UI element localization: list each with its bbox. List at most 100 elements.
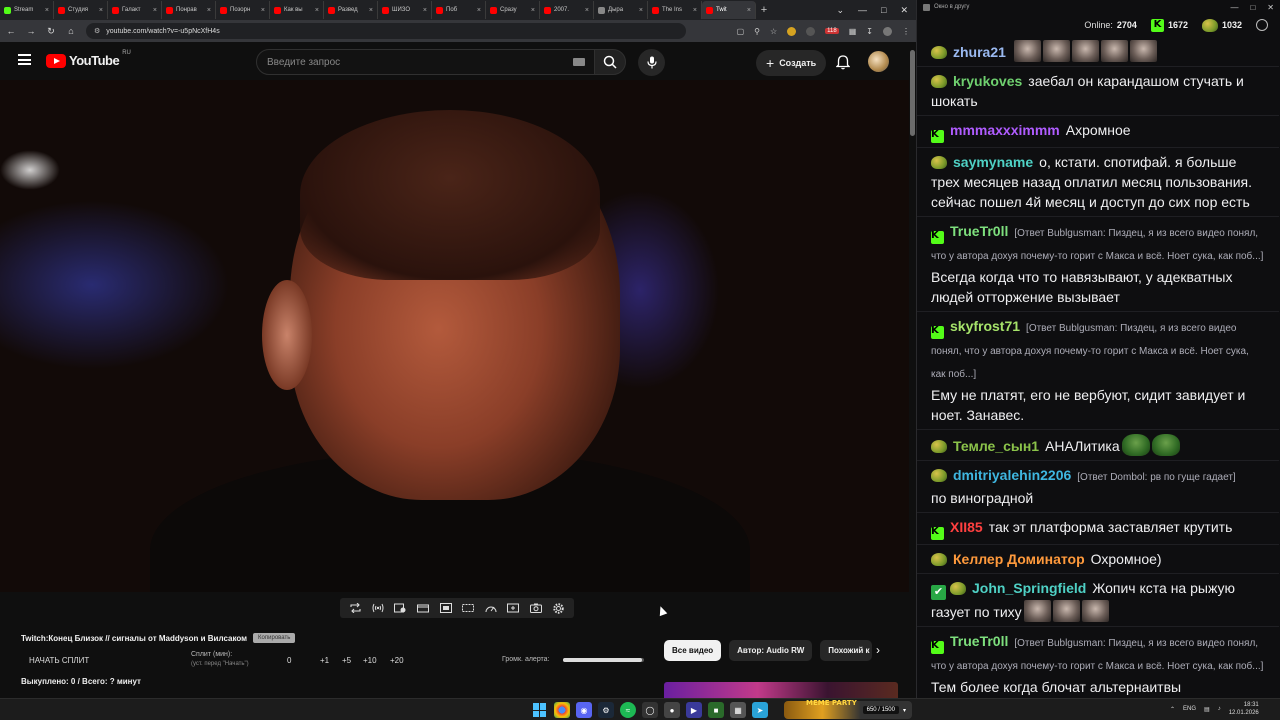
discord-icon[interactable]: ◉ xyxy=(576,702,592,718)
extension-badge[interactable]: 118 xyxy=(825,28,839,34)
close-icon[interactable]: ✕ xyxy=(1267,3,1274,12)
add-1-button[interactable]: +1 xyxy=(320,656,329,665)
media-player-icon[interactable]: ▶ xyxy=(686,702,702,718)
cinema-mode-icon[interactable] xyxy=(417,602,430,614)
windows-start-icon[interactable] xyxy=(532,702,548,718)
add-clip-icon[interactable] xyxy=(507,602,520,614)
chat-username[interactable]: TrueTr0ll xyxy=(950,223,1008,239)
tab-search-icon[interactable]: ⌄ xyxy=(836,5,844,16)
network-icon[interactable]: ▤ xyxy=(1204,706,1210,713)
clock[interactable]: 18:31 12.01.2026 xyxy=(1229,701,1259,717)
profile-icon[interactable] xyxy=(883,26,892,36)
telegram-icon[interactable]: ➤ xyxy=(752,702,768,718)
menu-kebab-icon[interactable]: ⋮ xyxy=(902,27,910,36)
speed-icon[interactable] xyxy=(484,602,497,614)
browser-tab[interactable]: ШИЗО × xyxy=(378,1,432,19)
chat-username[interactable]: Темле_сын1 xyxy=(953,438,1039,454)
browser-tab[interactable]: Поб × xyxy=(432,1,486,19)
browser-tab[interactable]: Дыра × xyxy=(594,1,648,19)
video-player[interactable] xyxy=(0,80,910,592)
browser-tab[interactable]: Студия × xyxy=(54,1,108,19)
page-scrollbar[interactable] xyxy=(909,42,916,698)
chat-username[interactable]: skyfrost71 xyxy=(950,318,1020,334)
chip-author[interactable]: Автор: Audio RW xyxy=(729,640,813,661)
search-button[interactable] xyxy=(594,49,626,75)
expand-player-icon[interactable] xyxy=(462,602,475,614)
chevron-right-icon[interactable]: › xyxy=(876,643,880,657)
chat-username[interactable]: zhura21 xyxy=(953,44,1006,60)
spotify-icon[interactable]: ≈ xyxy=(620,702,636,718)
account-avatar[interactable] xyxy=(868,51,889,72)
site-info-icon[interactable]: ⚙ xyxy=(94,27,100,35)
browser-tab[interactable]: 2007. × xyxy=(540,1,594,19)
app-icon[interactable]: ▦ xyxy=(730,702,746,718)
extension-icon[interactable] xyxy=(787,26,797,36)
fit-screen-icon[interactable] xyxy=(439,602,452,614)
tab-close-icon[interactable]: × xyxy=(45,7,49,14)
close-icon[interactable]: ✕ xyxy=(900,5,908,16)
extensions-puzzle-icon[interactable]: ▦ xyxy=(849,27,857,36)
recommended-video-thumbnail[interactable] xyxy=(664,682,898,698)
browser-tab[interactable]: Развед × xyxy=(324,1,378,19)
voice-search-button[interactable] xyxy=(638,49,665,76)
browser-tab[interactable]: Twit × xyxy=(702,1,756,19)
tab-close-icon[interactable]: × xyxy=(99,7,103,14)
chat-username[interactable]: John_Springfield xyxy=(972,580,1086,596)
chat-username[interactable]: dmitriyalehin2206 xyxy=(953,467,1071,483)
meme-party-widget[interactable]: MEME PARTY 650 / 1500 ▾ xyxy=(784,699,912,719)
tray-expand-icon[interactable]: ⌃ xyxy=(1170,706,1175,713)
tab-close-icon[interactable]: × xyxy=(639,7,643,14)
tab-close-icon[interactable]: × xyxy=(693,7,697,14)
menu-hamburger-icon[interactable] xyxy=(18,54,31,65)
create-button[interactable]: + Создать xyxy=(756,50,827,76)
add-5-button[interactable]: +5 xyxy=(342,656,351,665)
browser-tab[interactable]: Галакт × xyxy=(108,1,162,19)
download-icon[interactable]: ↧ xyxy=(866,27,873,36)
tab-close-icon[interactable]: × xyxy=(423,7,427,14)
browser-tab[interactable]: Как вы × xyxy=(270,1,324,19)
app-icon[interactable]: ◯ xyxy=(642,702,658,718)
add-20-button[interactable]: +20 xyxy=(390,656,404,665)
minimize-icon[interactable]: — xyxy=(1230,3,1238,12)
notifications-button[interactable] xyxy=(834,53,852,71)
browser-tab[interactable]: Позорн × xyxy=(216,1,270,19)
tab-close-icon[interactable]: × xyxy=(153,7,157,14)
alert-volume-slider[interactable] xyxy=(563,658,644,662)
browser-tab[interactable]: Сразу × xyxy=(486,1,540,19)
bookmark-star-icon[interactable]: ☆ xyxy=(770,27,777,36)
zoom-icon[interactable]: ⚲ xyxy=(754,27,760,36)
start-split-button[interactable]: НАЧАТЬ СПЛИТ xyxy=(29,656,89,665)
maximize-icon[interactable]: □ xyxy=(881,5,886,16)
chat-username[interactable]: mmmaxxximmm xyxy=(950,122,1060,138)
tab-close-icon[interactable]: × xyxy=(315,7,319,14)
loop-icon[interactable] xyxy=(349,602,362,614)
browser-tab[interactable]: Понрав × xyxy=(162,1,216,19)
youtube-logo[interactable]: YouTube RU xyxy=(46,50,131,68)
obs-icon[interactable]: ● xyxy=(664,702,680,718)
url-field[interactable]: ⚙ youtube.com/watch?v=-u5pNcXfH4s xyxy=(86,23,686,39)
reload-icon[interactable]: ↻ xyxy=(46,26,56,37)
settings-gear-icon[interactable] xyxy=(552,602,565,614)
tab-close-icon[interactable]: × xyxy=(477,7,481,14)
search-input[interactable]: Введите запрос xyxy=(256,49,596,75)
refresh-icon[interactable] xyxy=(1256,19,1268,31)
maximize-icon[interactable]: □ xyxy=(1250,3,1255,12)
minimize-icon[interactable]: — xyxy=(858,5,867,16)
new-tab-button[interactable]: + xyxy=(756,4,772,16)
chat-username[interactable]: kryukoves xyxy=(953,73,1022,89)
keyboard-icon[interactable] xyxy=(573,58,585,66)
reply-quote[interactable]: [Ответ Dombol: рв по гуще гадает] xyxy=(1077,472,1235,483)
add-10-button[interactable]: +10 xyxy=(363,656,377,665)
tab-close-icon[interactable]: × xyxy=(531,7,535,14)
back-icon[interactable]: ← xyxy=(6,26,16,36)
chat-username[interactable]: saymyname xyxy=(953,154,1033,170)
scrollbar-thumb[interactable] xyxy=(910,50,915,136)
watch-later-icon[interactable] xyxy=(394,602,407,614)
chevron-down-icon[interactable]: ▾ xyxy=(903,707,906,714)
copy-button[interactable]: Копировать xyxy=(253,633,296,643)
tab-close-icon[interactable]: × xyxy=(585,7,589,14)
tab-close-icon[interactable]: × xyxy=(207,7,211,14)
browser-tab[interactable]: The Ins × xyxy=(648,1,702,19)
chrome-icon[interactable] xyxy=(554,702,570,718)
audio-mode-icon[interactable] xyxy=(371,602,384,614)
